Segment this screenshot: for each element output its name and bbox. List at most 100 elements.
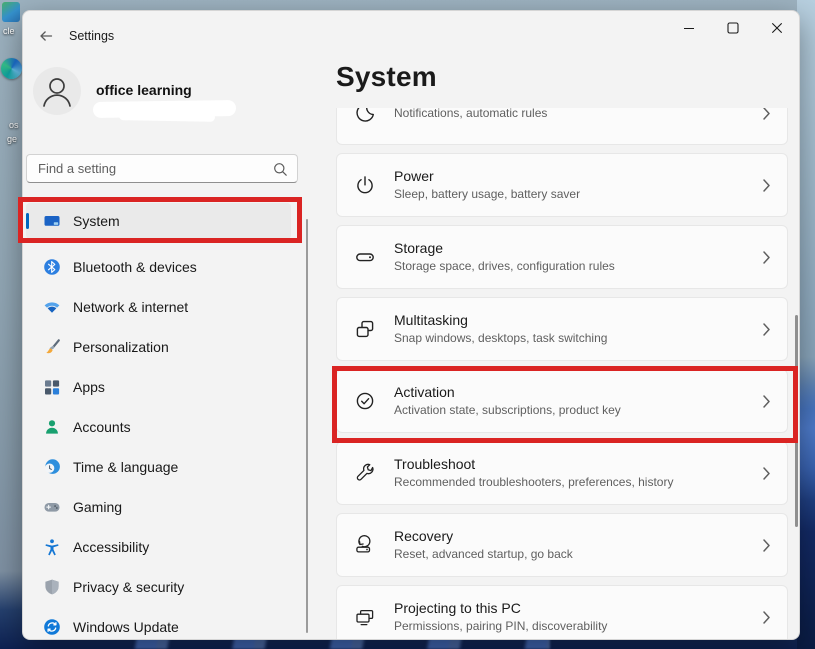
settings-card-focus-assist-partial[interactable]: Notifications, automatic rules xyxy=(336,108,788,145)
back-button[interactable] xyxy=(33,24,59,48)
power-icon xyxy=(354,174,376,196)
sidebar-item-label: Accounts xyxy=(73,419,131,435)
sidebar-item-bluetooth-devices[interactable]: Bluetooth & devices xyxy=(26,247,298,287)
search-input[interactable] xyxy=(38,156,268,181)
accounts-icon xyxy=(43,418,61,436)
card-subtitle: Reset, advanced startup, go back xyxy=(394,546,573,563)
card-text: TroubleshootRecommended troubleshooters,… xyxy=(394,455,673,491)
chevron-right-icon xyxy=(763,108,770,120)
card-text: MultitaskingSnap windows, desktops, task… xyxy=(394,311,607,347)
sidebar-item-label: Gaming xyxy=(73,499,122,515)
sidebar-item-system[interactable]: System xyxy=(26,203,291,239)
caption-controls xyxy=(667,11,799,45)
settings-card-multitasking[interactable]: MultitaskingSnap windows, desktops, task… xyxy=(336,297,788,361)
sidebar-item-label: Bluetooth & devices xyxy=(73,259,197,275)
settings-card-storage[interactable]: StorageStorage space, drives, configurat… xyxy=(336,225,788,289)
settings-card-troubleshoot[interactable]: TroubleshootRecommended troubleshooters,… xyxy=(336,441,788,505)
gaming-icon xyxy=(43,498,61,516)
sidebar-scrollbar[interactable] xyxy=(306,219,308,633)
chevron-right-icon xyxy=(763,179,770,192)
storage-icon xyxy=(354,246,376,268)
selected-accent-bar xyxy=(26,213,29,229)
chevron-right-icon xyxy=(763,467,770,480)
sidebar-item-accounts[interactable]: Accounts xyxy=(26,407,298,447)
apps-icon xyxy=(43,378,61,396)
chevron-right-icon xyxy=(763,539,770,552)
card-subtitle: Recommended troubleshooters, preferences… xyxy=(394,474,673,491)
sidebar-item-label: Windows Update xyxy=(73,619,179,635)
desktop-app-glyph xyxy=(1,58,22,79)
sidebar-item-label: Time & language xyxy=(73,459,178,475)
settings-card-recovery[interactable]: RecoveryReset, advanced startup, go back xyxy=(336,513,788,577)
card-title: Power xyxy=(394,167,580,186)
sidebar-item-time-language[interactable]: Time & language xyxy=(26,447,298,487)
multitasking-icon xyxy=(354,318,376,340)
recycle-bin-label: cle xyxy=(3,26,15,36)
bluetooth-icon xyxy=(43,258,61,276)
close-button[interactable] xyxy=(755,11,799,45)
sidebar-item-label: Privacy & security xyxy=(73,579,184,595)
redacted-email-blur-2 xyxy=(119,111,215,122)
settings-card-activation[interactable]: ActivationActivation state, subscription… xyxy=(336,369,788,433)
close-icon xyxy=(769,20,785,36)
sidebar-item-label: System xyxy=(73,213,120,229)
activation-icon xyxy=(354,390,376,412)
card-title: Troubleshoot xyxy=(394,455,673,474)
sidebar-item-windows-update[interactable]: Windows Update xyxy=(26,607,298,640)
chevron-right-icon xyxy=(763,251,770,264)
minimize-button[interactable] xyxy=(667,11,711,45)
desktop-app-label-1: os xyxy=(9,120,19,130)
card-subtitle: Activation state, subscriptions, product… xyxy=(394,402,621,419)
sidebar-item-gaming[interactable]: Gaming xyxy=(26,487,298,527)
avatar[interactable] xyxy=(33,67,81,115)
sidebar-item-personalization[interactable]: Personalization xyxy=(26,327,298,367)
settings-card-power[interactable]: PowerSleep, battery usage, battery saver xyxy=(336,153,788,217)
card-subtitle: Sleep, battery usage, battery saver xyxy=(394,186,580,203)
settings-cards-list: Notifications, automatic rules PowerSleep… xyxy=(336,108,793,640)
chevron-right-icon xyxy=(763,611,770,624)
sidebar-item-accessibility[interactable]: Accessibility xyxy=(26,527,298,567)
window-title: Settings xyxy=(69,29,114,43)
troubleshoot-icon xyxy=(354,462,376,484)
recovery-icon xyxy=(354,534,376,556)
accessibility-icon xyxy=(43,538,61,556)
minimize-icon xyxy=(681,20,697,36)
card-text: PowerSleep, battery usage, battery saver xyxy=(394,167,580,203)
sidebar-item-label: Network & internet xyxy=(73,299,188,315)
card-text: Projecting to this PCPermissions, pairin… xyxy=(394,599,607,635)
content-scrollbar[interactable] xyxy=(795,315,798,527)
maximize-icon xyxy=(725,20,741,36)
sidebar-item-network-internet[interactable]: Network & internet xyxy=(26,287,298,327)
search-icon xyxy=(273,162,288,177)
card-subtitle: Notifications, automatic rules xyxy=(394,108,547,122)
card-title: Recovery xyxy=(394,527,573,546)
card-text: ActivationActivation state, subscription… xyxy=(394,383,621,419)
card-subtitle: Storage space, drives, configuration rul… xyxy=(394,258,615,275)
card-text: RecoveryReset, advanced startup, go back xyxy=(394,527,573,563)
recycle-bin-glyph xyxy=(2,2,20,22)
card-subtitle: Snap windows, desktops, task switching xyxy=(394,330,607,347)
sidebar-nav: System Bluetooth & devices Network & inter… xyxy=(26,203,298,640)
back-arrow-icon xyxy=(38,28,54,44)
system-icon xyxy=(43,212,61,230)
windows-update-icon xyxy=(43,618,61,636)
card-title: Projecting to this PC xyxy=(394,599,607,618)
search-box xyxy=(26,154,298,183)
network-icon xyxy=(43,298,61,316)
personalization-icon xyxy=(43,338,61,356)
settings-window: Settings xyxy=(22,10,800,640)
recycle-bin-icon[interactable] xyxy=(2,2,20,22)
card-text: StorageStorage space, drives, configurat… xyxy=(394,239,615,275)
sidebar-item-privacy-security[interactable]: Privacy & security xyxy=(26,567,298,607)
desktop-app-label-2: ge xyxy=(7,134,17,144)
sidebar-item-label: Apps xyxy=(73,379,105,395)
person-icon xyxy=(33,67,81,115)
settings-card-projecting-to-this-pc[interactable]: Projecting to this PCPermissions, pairin… xyxy=(336,585,788,640)
chevron-right-icon xyxy=(763,323,770,336)
card-subtitle: Permissions, pairing PIN, discoverabilit… xyxy=(394,618,607,635)
desktop-app-icon[interactable] xyxy=(1,58,22,79)
projecting-icon xyxy=(354,606,376,628)
maximize-button[interactable] xyxy=(711,11,755,45)
sidebar-item-label: Personalization xyxy=(73,339,169,355)
sidebar-item-apps[interactable]: Apps xyxy=(26,367,298,407)
